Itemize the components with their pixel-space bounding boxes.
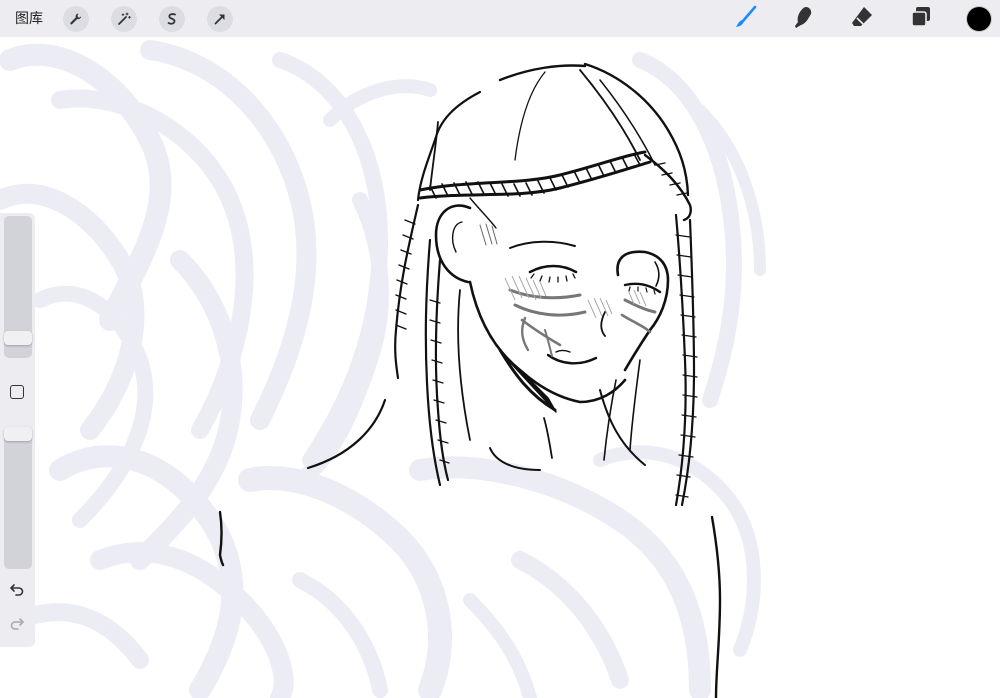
color-picker-swatch[interactable] — [967, 7, 991, 31]
eraser-tool-button[interactable] — [848, 5, 876, 33]
brush-size-slider[interactable] — [4, 216, 32, 358]
gallery-button[interactable]: 图库 — [15, 9, 43, 27]
left-sidebar — [0, 213, 35, 647]
brush-icon — [733, 4, 759, 35]
smudge-finger-icon — [790, 4, 816, 35]
arrow-cursor-icon — [213, 12, 227, 26]
actions-button[interactable] — [63, 6, 89, 32]
brush-size-slider-thumb[interactable] — [4, 331, 32, 345]
modify-button[interactable] — [10, 385, 24, 399]
undo-button[interactable] — [8, 582, 26, 600]
selection-button[interactable] — [159, 6, 185, 32]
redo-arrow-icon — [9, 615, 25, 636]
drawing-canvas[interactable] — [0, 0, 1000, 698]
redo-button[interactable] — [8, 616, 26, 634]
opacity-slider-thumb[interactable] — [4, 427, 32, 441]
undo-arrow-icon — [9, 581, 25, 602]
magic-wand-icon — [117, 12, 131, 26]
layers-button[interactable] — [907, 5, 935, 33]
smudge-tool-button[interactable] — [789, 5, 817, 33]
transform-button[interactable] — [207, 6, 233, 32]
adjustments-button[interactable] — [111, 6, 137, 32]
wrench-icon — [69, 12, 83, 26]
opacity-slider[interactable] — [4, 427, 32, 569]
drawing-app: 图库 — [0, 0, 1000, 698]
face-markings — [508, 288, 657, 357]
top-toolbar: 图库 — [0, 0, 1000, 37]
artwork — [0, 40, 766, 698]
eraser-icon — [849, 4, 875, 35]
selection-s-icon — [165, 12, 179, 26]
layers-icon — [908, 4, 934, 35]
brush-tool-button[interactable] — [732, 5, 760, 33]
